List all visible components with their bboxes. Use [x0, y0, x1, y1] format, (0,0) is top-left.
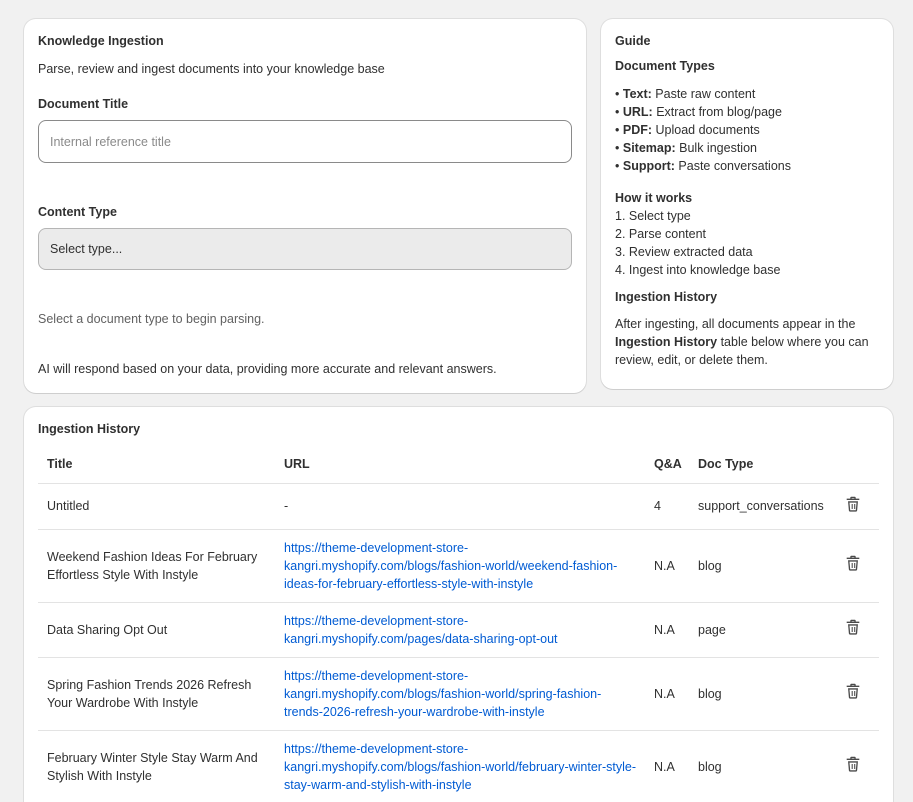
- parse-hint: Select a document type to begin parsing.: [38, 312, 265, 326]
- col-doc-type: Doc Type: [698, 456, 754, 471]
- row-url: -: [284, 499, 289, 513]
- trash-icon[interactable]: [844, 495, 862, 513]
- doc-type-item: • URL: Extract from blog/page: [615, 105, 782, 119]
- content-type-select[interactable]: Select type...: [38, 228, 572, 270]
- row-doc-type: blog: [698, 759, 722, 774]
- trash-icon[interactable]: [844, 755, 862, 773]
- doc-title-input[interactable]: Internal reference title: [38, 120, 572, 163]
- delete-button[interactable]: [835, 657, 879, 730]
- row-doc-type: page: [698, 622, 726, 637]
- table-row: Data Sharing Opt Out https://theme-devel…: [38, 602, 879, 657]
- how-it-works: How it works 1. Select type 2. Parse con…: [615, 189, 879, 279]
- step-item: 4. Ingest into knowledge base: [615, 263, 781, 277]
- row-qa: N.A: [654, 686, 675, 701]
- row-qa: N.A: [654, 622, 675, 637]
- guide-history-text: After ingesting, all documents appear in…: [615, 317, 869, 367]
- row-title: Weekend Fashion Ideas For February Effor…: [47, 549, 258, 582]
- doc-type-item: • Text: Paste raw content: [615, 87, 756, 101]
- row-qa: N.A: [654, 558, 675, 573]
- col-qa: Q&A: [654, 456, 682, 471]
- how-title: How it works: [615, 191, 693, 205]
- trash-icon[interactable]: [844, 682, 862, 700]
- trash-icon[interactable]: [844, 554, 862, 572]
- trash-icon[interactable]: [844, 618, 862, 636]
- doc-types-title: Document Types: [615, 59, 715, 73]
- table-row: Untitled - 4 support_conversations: [38, 483, 879, 529]
- history-title: Ingestion History: [38, 422, 141, 436]
- col-title: Title: [47, 456, 73, 471]
- table-row: February Winter Style Stay Warm And Styl…: [38, 730, 879, 802]
- col-url: URL: [284, 456, 310, 471]
- row-doc-type: blog: [698, 558, 722, 573]
- delete-button[interactable]: [835, 730, 879, 802]
- table-header-row: Title URL Q&A Doc Type: [38, 445, 879, 483]
- col-actions: [835, 445, 879, 483]
- knowledge-ingestion-card: Knowledge Ingestion Parse, review and in…: [24, 19, 586, 393]
- doc-type-item: • PDF: Upload documents: [615, 123, 760, 137]
- doc-type-item: • Support: Paste conversations: [615, 159, 791, 173]
- delete-button[interactable]: [835, 529, 879, 602]
- history-table: Title URL Q&A Doc Type Untitled - 4 supp…: [38, 445, 879, 802]
- step-item: 2. Parse content: [615, 227, 707, 241]
- step-item: 1. Select type: [615, 209, 691, 223]
- row-title: Spring Fashion Trends 2026 Refresh Your …: [47, 677, 252, 710]
- guide-history-title: Ingestion History: [615, 290, 718, 304]
- table-row: Spring Fashion Trends 2026 Refresh Your …: [38, 657, 879, 730]
- content-type-label: Content Type: [38, 205, 117, 219]
- guide-title: Guide: [615, 34, 651, 48]
- row-title: Data Sharing Opt Out: [47, 622, 168, 637]
- row-doc-type: blog: [698, 686, 722, 701]
- ai-note: AI will respond based on your data, prov…: [38, 362, 497, 376]
- row-qa: N.A: [654, 759, 675, 774]
- doc-title-label: Document Title: [38, 97, 129, 111]
- delete-button[interactable]: [835, 483, 879, 529]
- row-url-link[interactable]: https://theme-development-store-kangri.m…: [275, 602, 645, 657]
- row-doc-type: support_conversations: [698, 499, 824, 513]
- row-url-link[interactable]: https://theme-development-store-kangri.m…: [275, 529, 645, 602]
- doc-type-item: • Sitemap: Bulk ingestion: [615, 141, 757, 155]
- row-title: Untitled: [47, 499, 90, 513]
- step-item: 3. Review extracted data: [615, 245, 753, 259]
- guide-card: Guide Document Types • Text: Paste raw c…: [601, 19, 893, 389]
- table-row: Weekend Fashion Ideas For February Effor…: [38, 529, 879, 602]
- row-title: February Winter Style Stay Warm And Styl…: [47, 750, 258, 783]
- ingestion-subtitle: Parse, review and ingest documents into …: [38, 62, 385, 76]
- ingestion-history-card: Ingestion History Title URL Q&A Doc Type…: [24, 407, 893, 802]
- ingestion-title: Knowledge Ingestion: [38, 34, 164, 48]
- row-url-link[interactable]: https://theme-development-store-kangri.m…: [275, 730, 645, 802]
- doc-types-list: • Text: Paste raw content • URL: Extract…: [615, 85, 879, 175]
- row-qa: 4: [654, 499, 661, 513]
- row-url-link[interactable]: https://theme-development-store-kangri.m…: [275, 657, 645, 730]
- delete-button[interactable]: [835, 602, 879, 657]
